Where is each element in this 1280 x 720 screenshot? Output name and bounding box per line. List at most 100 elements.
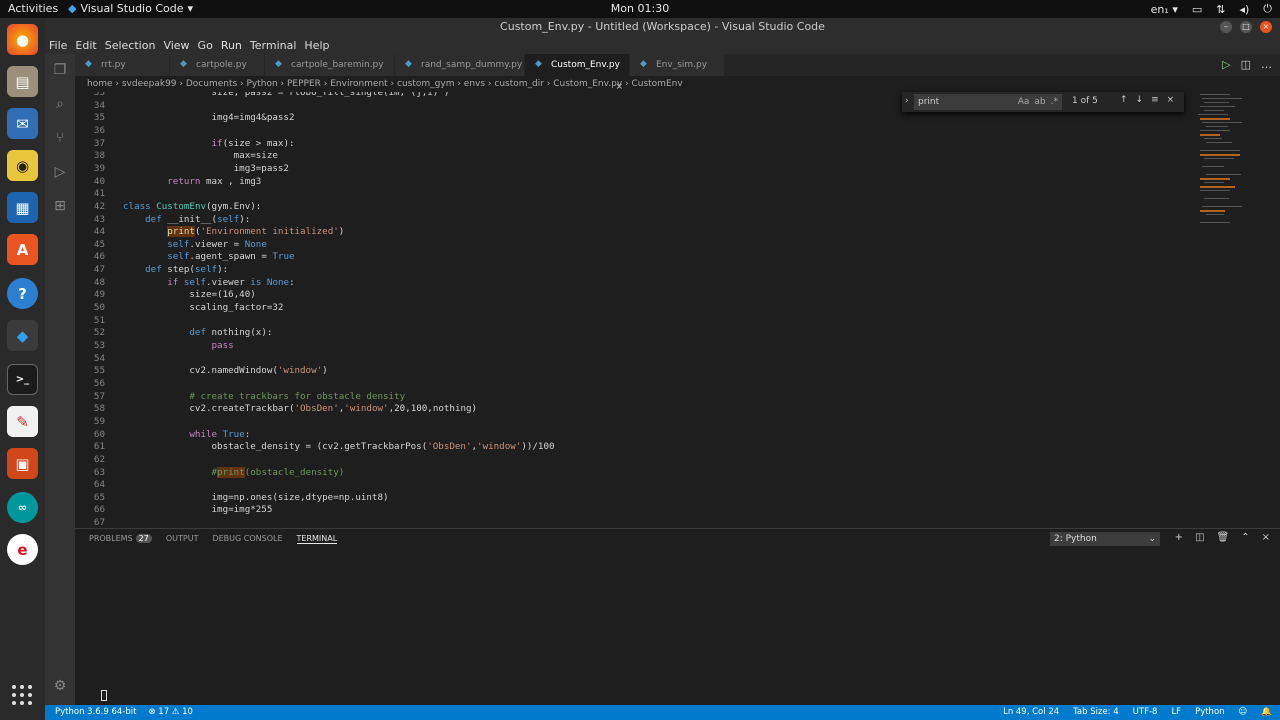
code-line[interactable]: 59 bbox=[75, 416, 1175, 429]
code-line[interactable]: 50 scaling_factor=32 bbox=[75, 302, 1175, 315]
kill-terminal-icon[interactable]: 🗑 bbox=[1217, 532, 1230, 543]
impress-icon[interactable]: ▣ bbox=[7, 448, 38, 479]
tab-debug-console[interactable]: DEBUG CONSOLE bbox=[212, 534, 282, 544]
code-line[interactable]: 56 bbox=[75, 378, 1175, 391]
menu-run[interactable]: Run bbox=[221, 39, 242, 52]
menu-help[interactable]: Help bbox=[304, 39, 329, 52]
code-line[interactable]: 55 cv2.namedWindow('window') bbox=[75, 365, 1175, 378]
split-editor-icon[interactable]: ◫ bbox=[1241, 58, 1251, 71]
terminal-icon[interactable]: >_ bbox=[7, 364, 38, 395]
arduino-icon[interactable]: ∞ bbox=[7, 492, 38, 523]
code-line[interactable]: 44 print('Environment initialized') bbox=[75, 226, 1175, 239]
code-line[interactable]: 38 max=size bbox=[75, 150, 1175, 163]
show-applications-icon[interactable] bbox=[11, 684, 33, 706]
code-line[interactable]: 39 img3=pass2 bbox=[75, 163, 1175, 176]
menu-go[interactable]: Go bbox=[198, 39, 213, 52]
close-panel-icon[interactable]: × bbox=[1262, 532, 1270, 543]
menu-terminal[interactable]: Terminal bbox=[250, 39, 297, 52]
menu-file[interactable]: File bbox=[49, 39, 67, 52]
toggle-replace-icon[interactable]: › bbox=[905, 96, 909, 106]
tab-env-sim[interactable]: ◆ Env_sim.py bbox=[630, 54, 725, 76]
minimize-icon[interactable]: – bbox=[1220, 21, 1232, 33]
code-line[interactable]: 48 if self.viewer is None: bbox=[75, 277, 1175, 290]
close-find-icon[interactable]: × bbox=[1167, 95, 1175, 105]
code-line[interactable]: 52 def nothing(x): bbox=[75, 327, 1175, 340]
firefox-icon[interactable]: ● bbox=[7, 24, 38, 55]
source-control-icon[interactable]: ⑂ bbox=[52, 130, 68, 146]
code-line[interactable]: 62 bbox=[75, 454, 1175, 467]
code-line[interactable]: 41 bbox=[75, 188, 1175, 201]
vscode-dock-icon[interactable]: ◆ bbox=[7, 320, 38, 351]
tab-output[interactable]: OUTPUT bbox=[166, 534, 199, 544]
explorer-icon[interactable]: ❐ bbox=[52, 62, 68, 78]
extensions-icon[interactable]: ⊞ bbox=[52, 198, 68, 214]
rhythmbox-icon[interactable]: ◉ bbox=[7, 150, 38, 181]
search-icon[interactable]: ⌕ bbox=[52, 96, 68, 112]
writer-icon[interactable]: ▦ bbox=[7, 192, 38, 223]
split-terminal-icon[interactable]: ◫ bbox=[1195, 532, 1204, 543]
code-line[interactable]: 35 img4=img4&pass2 bbox=[75, 112, 1175, 125]
software-icon[interactable]: A bbox=[7, 234, 38, 265]
code-line[interactable]: 54 bbox=[75, 353, 1175, 366]
code-line[interactable]: 53 pass bbox=[75, 340, 1175, 353]
code-line[interactable]: 36 bbox=[75, 125, 1175, 138]
problems-indicator[interactable]: ⊗ 17 ⚠ 10 bbox=[148, 705, 192, 720]
manage-gear-icon[interactable]: ⚙ bbox=[52, 678, 68, 694]
tab-size[interactable]: Tab Size: 4 bbox=[1073, 705, 1119, 720]
previous-match-icon[interactable]: ↑ bbox=[1120, 95, 1128, 105]
code-editor[interactable]: 33 size, pass2 = rtobo_fill_single(im, (… bbox=[75, 92, 1280, 526]
tab-rand-samp-dummy[interactable]: ◆ rand_samp_dummy.py bbox=[395, 54, 525, 76]
thunderbird-icon[interactable]: ✉ bbox=[7, 108, 38, 139]
code-line[interactable]: 43 def __init__(self): bbox=[75, 214, 1175, 227]
system-tray[interactable]: en₁ ▾ ▭ ⇅ ◂) ⏻ bbox=[1151, 2, 1272, 16]
code-line[interactable]: 51 bbox=[75, 315, 1175, 328]
end-of-line[interactable]: LF bbox=[1171, 705, 1181, 720]
feedback-icon[interactable]: ☺ bbox=[1239, 705, 1248, 720]
code-line[interactable]: 66 img=img*255 bbox=[75, 504, 1175, 517]
python-interpreter[interactable]: Python 3.6.9 64-bit bbox=[55, 705, 136, 720]
clock[interactable]: Mon 01:30 bbox=[0, 2, 1280, 15]
tab-terminal[interactable]: TERMINAL bbox=[296, 534, 338, 544]
code-line[interactable]: 60 while True: bbox=[75, 429, 1175, 442]
code-line[interactable]: 61 obstacle_density = (cv2.getTrackbarPo… bbox=[75, 441, 1175, 454]
help-icon[interactable]: ? bbox=[7, 278, 38, 309]
code-line[interactable]: 42 class CustomEnv(gym.Env): bbox=[75, 201, 1175, 214]
tab-custom-env[interactable]: ◆ Custom_Env.py × bbox=[525, 54, 630, 92]
maximize-icon[interactable]: □ bbox=[1240, 21, 1252, 33]
language-indicator[interactable]: en₁ ▾ bbox=[1151, 3, 1178, 16]
cursor-position[interactable]: Ln 49, Col 24 bbox=[1003, 705, 1059, 720]
maximize-panel-icon[interactable]: ⌃ bbox=[1241, 532, 1249, 543]
more-actions-icon[interactable]: … bbox=[1261, 58, 1272, 71]
code-line[interactable]: 47 def step(self): bbox=[75, 264, 1175, 277]
tab-rrt[interactable]: ◆ rrt.py bbox=[75, 54, 170, 76]
run-file-icon[interactable]: ▷ bbox=[1222, 58, 1230, 71]
terminal-selector[interactable]: 2: Python ⌄ bbox=[1050, 532, 1160, 546]
code-line[interactable]: 45 self.viewer = None bbox=[75, 239, 1175, 252]
eclipse-icon[interactable]: e bbox=[7, 534, 38, 565]
run-debug-icon[interactable]: ▷ bbox=[52, 164, 68, 180]
files-icon[interactable]: ▤ bbox=[7, 66, 38, 97]
code-line[interactable]: 49 size=(16,40) bbox=[75, 289, 1175, 302]
language-mode[interactable]: Python bbox=[1195, 705, 1224, 720]
encoding[interactable]: UTF-8 bbox=[1133, 705, 1158, 720]
next-match-icon[interactable]: ↓ bbox=[1136, 95, 1144, 105]
tab-problems[interactable]: PROBLEMS 27 bbox=[89, 534, 152, 544]
power-icon[interactable]: ⏻ bbox=[1263, 2, 1272, 16]
menu-selection[interactable]: Selection bbox=[105, 39, 156, 52]
breadcrumb[interactable]: home › svdeepak99 › Documents › Python ›… bbox=[75, 76, 1280, 92]
code-line[interactable]: 37 if(size > max): bbox=[75, 138, 1175, 151]
menu-edit[interactable]: Edit bbox=[75, 39, 96, 52]
regex-icon[interactable]: .* bbox=[1051, 94, 1058, 110]
network-icon[interactable]: ⇅ bbox=[1216, 3, 1225, 16]
close-icon[interactable]: × bbox=[1260, 21, 1272, 33]
code-line[interactable]: 57 # create trackbars for obstacle densi… bbox=[75, 391, 1175, 404]
code-line[interactable]: 40 return max , img3 bbox=[75, 176, 1175, 189]
whole-word-icon[interactable]: ab bbox=[1034, 94, 1045, 110]
menu-view[interactable]: View bbox=[163, 39, 189, 52]
code-line[interactable]: 58 cv2.createTrackbar('ObsDen','window',… bbox=[75, 403, 1175, 416]
code-line[interactable]: 64 bbox=[75, 479, 1175, 492]
text-editor-icon[interactable]: ✎ bbox=[7, 406, 38, 437]
new-terminal-icon[interactable]: + bbox=[1175, 532, 1183, 543]
minimap[interactable] bbox=[1195, 92, 1275, 232]
printer-icon[interactable]: ▭ bbox=[1192, 3, 1202, 16]
